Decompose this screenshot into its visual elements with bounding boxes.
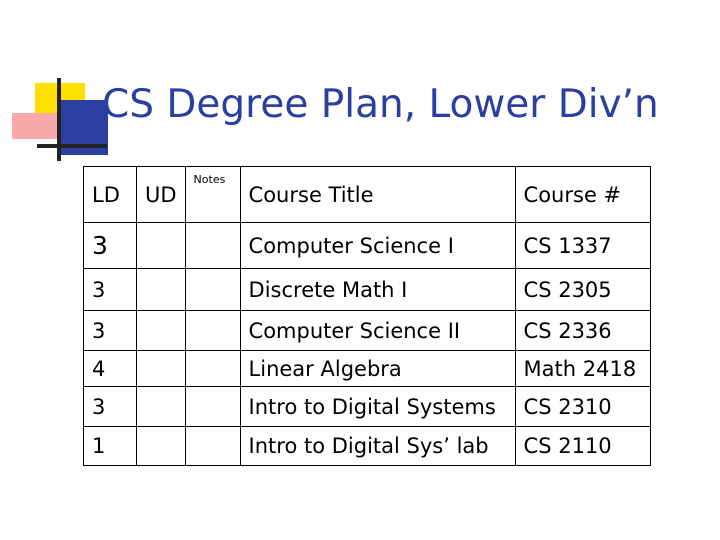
cell-ld: 3 [83,268,137,311]
cell-ld: 3 [83,310,137,351]
table-row: 4 Linear Algebra Math 2418 [83,350,651,387]
header-course-title: Course Title [239,166,516,223]
cell-course-title: Linear Algebra [239,350,516,387]
cell-ld: 4 [83,350,137,387]
slide-corner-logo-icon [0,0,108,170]
page-title: CS Degree Plan, Lower Div’n [102,82,659,127]
logo-red-bar [12,113,60,139]
degree-plan-table: LD UD Notes Course Title Course # 3 Comp… [83,166,651,466]
cell-course-title: Discrete Math I [239,268,516,311]
cell-ld: 3 [83,386,137,427]
cell-ld: 3 [83,222,137,269]
cell-course-number: CS 2110 [514,426,651,466]
cell-ud [136,350,186,387]
logo-horizontal-line [37,144,107,148]
header-notes: Notes [184,166,241,223]
table-row: 1 Intro to Digital Sys’ lab CS 2110 [83,426,651,466]
cell-course-number: CS 2310 [514,386,651,427]
cell-course-title: Intro to Digital Sys’ lab [239,426,516,466]
header-course-number: Course # [514,166,651,223]
cell-course-number: CS 1337 [514,222,651,269]
cell-course-title: Intro to Digital Systems [239,386,516,427]
cell-course-title: Computer Science II [239,310,516,351]
header-ld: LD [83,166,137,223]
cell-notes [184,222,241,269]
table-header-row: LD UD Notes Course Title Course # [83,166,651,223]
cell-course-number: Math 2418 [514,350,651,387]
cell-ud [136,268,186,311]
cell-notes [184,426,241,466]
header-ud: UD [136,166,186,223]
table-row: 3 Computer Science II CS 2336 [83,310,651,351]
cell-notes [184,268,241,311]
cell-notes [184,350,241,387]
logo-vertical-line [57,78,61,161]
table-row: 3 Computer Science I CS 1337 [83,222,651,269]
cell-ld: 1 [83,426,137,466]
cell-ud [136,310,186,351]
cell-course-number: CS 2336 [514,310,651,351]
cell-course-number: CS 2305 [514,268,651,311]
table-row: 3 Intro to Digital Systems CS 2310 [83,386,651,427]
cell-ud [136,426,186,466]
table-row: 3 Discrete Math I CS 2305 [83,268,651,311]
cell-notes [184,310,241,351]
cell-ud [136,222,186,269]
cell-notes [184,386,241,427]
cell-course-title: Computer Science I [239,222,516,269]
cell-ud [136,386,186,427]
